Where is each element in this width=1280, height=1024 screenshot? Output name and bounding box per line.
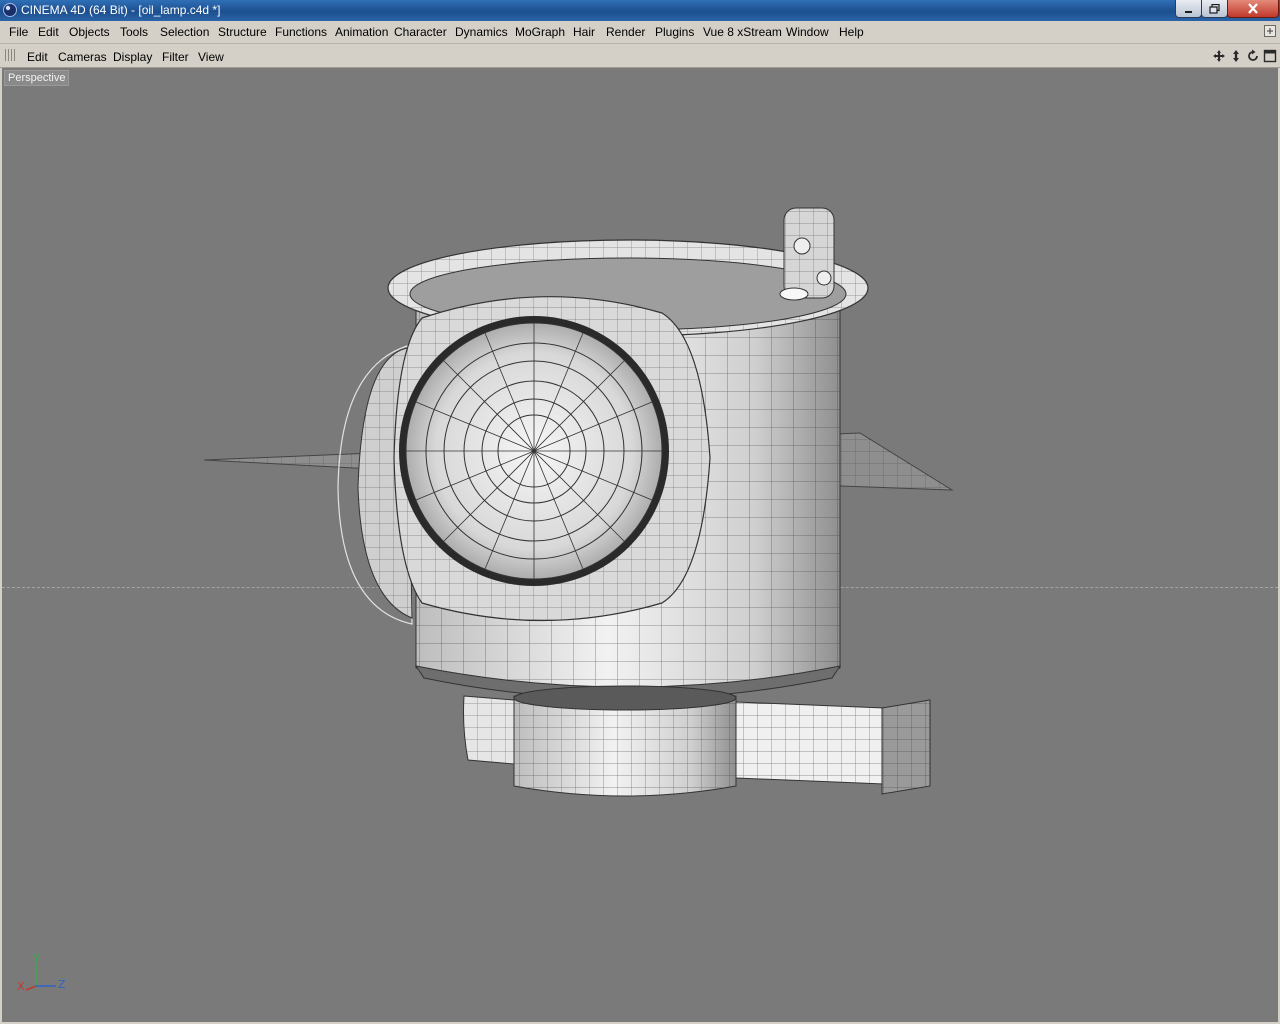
maximize-view-icon[interactable] xyxy=(1263,49,1277,63)
cinema4d-app-icon xyxy=(3,3,17,17)
viewport-menu-display[interactable]: Display xyxy=(113,50,152,64)
restore-button[interactable] xyxy=(1201,0,1228,18)
axis-gizmo: Y Z X xyxy=(14,952,74,996)
menu-render[interactable]: Render xyxy=(606,25,645,39)
close-icon xyxy=(1248,3,1258,14)
move-view-icon[interactable] xyxy=(1212,49,1226,63)
menu-selection[interactable]: Selection xyxy=(160,25,209,39)
toolbar-grip-handle[interactable] xyxy=(5,49,17,61)
menu-window[interactable]: Window xyxy=(786,25,829,39)
axis-z-label: Z xyxy=(58,978,66,991)
minimize-button[interactable] xyxy=(1175,0,1202,18)
zoom-view-icon[interactable] xyxy=(1229,49,1243,63)
menu-tools[interactable]: Tools xyxy=(120,25,148,39)
main-menubar: File Edit Objects Tools Selection Struct… xyxy=(0,21,1280,44)
oil-lamp-model[interactable] xyxy=(2,68,1278,1022)
menu-vue-xstream[interactable]: Vue 8 xStream xyxy=(703,25,782,39)
menu-plugins[interactable]: Plugins xyxy=(655,25,694,39)
axis-y-label: Y xyxy=(33,952,40,965)
viewport-menu-edit[interactable]: Edit xyxy=(27,50,48,64)
menu-dynamics[interactable]: Dynamics xyxy=(455,25,508,39)
lamp-glass-dome-mesh xyxy=(399,316,669,586)
menu-help[interactable]: Help xyxy=(839,25,864,39)
restore-icon xyxy=(1208,3,1220,14)
viewport-menu-cameras[interactable]: Cameras xyxy=(58,50,107,64)
layout-switch-icon[interactable] xyxy=(1264,25,1276,37)
menu-structure[interactable]: Structure xyxy=(218,25,267,39)
menu-file[interactable]: File xyxy=(9,25,28,39)
menu-functions[interactable]: Functions xyxy=(275,25,327,39)
window-titlebar[interactable]: CINEMA 4D (64 Bit) - [oil_lamp.c4d *] xyxy=(0,0,1280,21)
viewport-menu-filter[interactable]: Filter xyxy=(162,50,189,64)
perspective-viewport[interactable]: Perspective Y Z X xyxy=(2,68,1278,1022)
window-title: CINEMA 4D (64 Bit) - [oil_lamp.c4d *] xyxy=(21,3,221,17)
viewport-toolbar: Edit Cameras Display Filter View xyxy=(0,44,1280,68)
menu-hair[interactable]: Hair xyxy=(573,25,595,39)
axis-x-label: X xyxy=(17,980,25,993)
menu-animation[interactable]: Animation xyxy=(335,25,388,39)
close-button[interactable] xyxy=(1227,0,1279,18)
menu-mograph[interactable]: MoGraph xyxy=(515,25,565,39)
menu-character[interactable]: Character xyxy=(394,25,447,39)
menu-edit[interactable]: Edit xyxy=(38,25,59,39)
minimize-icon xyxy=(1184,10,1192,13)
lamp-hinge-mesh xyxy=(779,207,835,301)
viewport-menu-view[interactable]: View xyxy=(198,50,224,64)
menu-objects[interactable]: Objects xyxy=(69,25,110,39)
rotate-view-icon[interactable] xyxy=(1246,49,1260,63)
lamp-base-mesh xyxy=(513,685,737,797)
